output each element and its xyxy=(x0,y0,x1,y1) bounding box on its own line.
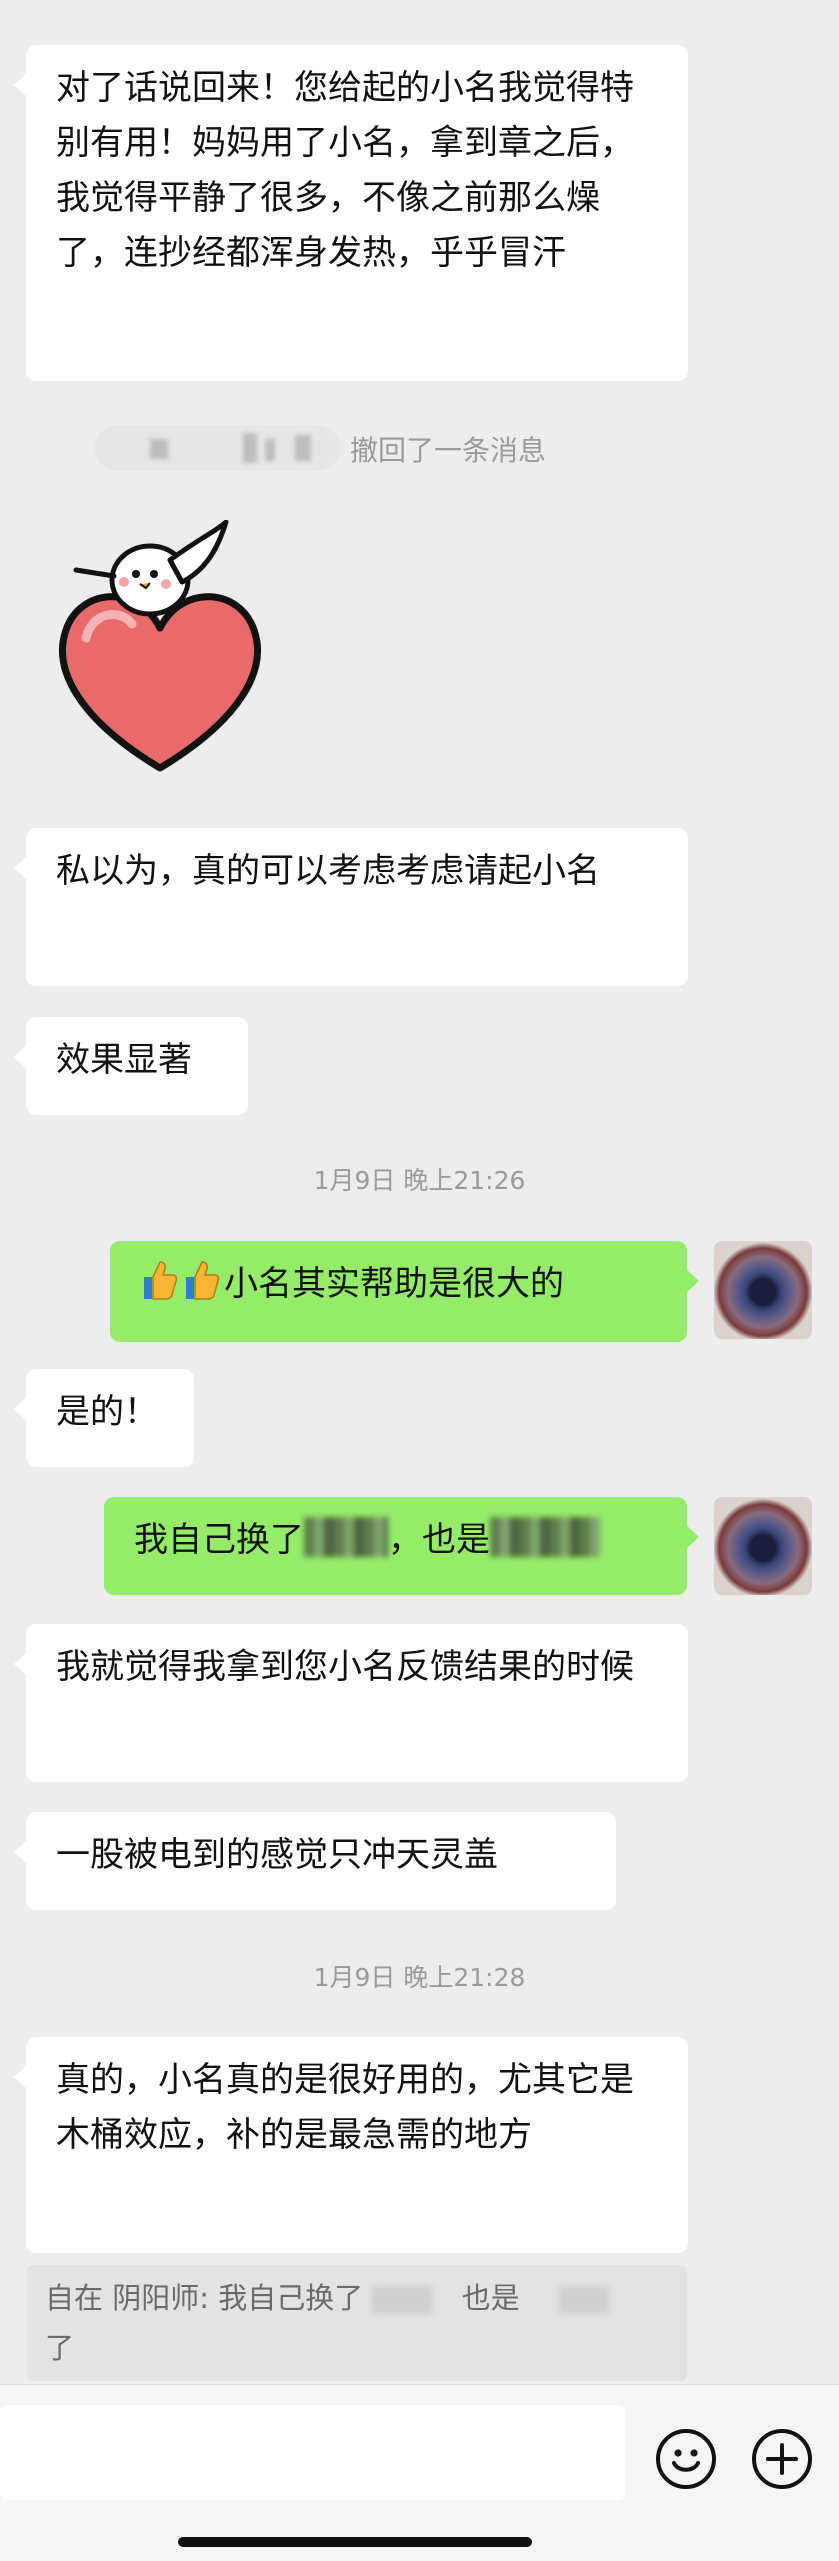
redacted-text xyxy=(372,2286,433,2314)
message-bubble-incoming[interactable]: 效果显著 xyxy=(14,1017,248,1115)
message-text: 私以为，真的可以考虑考虑请起小名 xyxy=(56,851,600,891)
blurred-sender-name xyxy=(95,425,340,471)
message-text: 是的！ xyxy=(56,1392,158,1432)
plus-button[interactable] xyxy=(752,2429,812,2489)
quote-sender: 自在 阴阳师: xyxy=(45,2281,209,2315)
message-text: 一股被电到的感觉只冲天灵盖 xyxy=(56,1835,498,1875)
my-avatar[interactable] xyxy=(714,1497,812,1595)
redacted-text xyxy=(558,2286,609,2314)
plus-icon xyxy=(766,2443,798,2475)
message-bubble-incoming[interactable]: 一股被电到的感觉只冲天灵盖 xyxy=(14,1812,616,1910)
message-text-part: ，也是 xyxy=(388,1520,490,1560)
quote-text: 也是 xyxy=(461,2281,520,2315)
heart-icon xyxy=(59,593,261,772)
heart-bird-sticker[interactable] xyxy=(50,519,270,780)
message-bubble-outgoing[interactable]: 小名其实帮助是很大的 xyxy=(110,1241,699,1342)
home-indicator[interactable] xyxy=(178,2537,532,2547)
redacted-mosaic xyxy=(304,1517,388,1557)
timestamp: 1月9日 晚上21:28 xyxy=(313,1963,526,1992)
message-text: 我就觉得我拿到您小名反馈结果的时候 xyxy=(56,1647,634,1687)
message-text: 效果显著 xyxy=(56,1040,192,1080)
message-bubble-incoming[interactable]: 是的！ xyxy=(14,1369,194,1467)
message-text: 小名其实帮助是很大的 xyxy=(224,1264,564,1304)
chat-input-bar xyxy=(0,2384,839,2561)
message-bubble-incoming[interactable]: 真的，小名真的是很好用的，尤其它是木桶效应，补的是最急需的地方 xyxy=(14,2037,688,2253)
message-bubble-incoming[interactable]: 私以为，真的可以考虑考虑请起小名 xyxy=(14,828,688,986)
recall-text: 撤回了一条消息 xyxy=(350,434,547,467)
message-text-part: 我自己换了 xyxy=(134,1520,304,1560)
recalled-message-notice: 撤回了一条消息 xyxy=(0,425,839,471)
emoji-button[interactable] xyxy=(656,2429,716,2489)
redacted-mosaic xyxy=(490,1517,600,1557)
quote-text: 了 xyxy=(45,2331,75,2365)
message-text: 对了话说回来！您给起的小名我觉得特别有用！妈妈用了小名，拿到章之后，我觉得平静了… xyxy=(56,68,634,273)
quoted-reply[interactable]: 自在 阴阳师: 我自己换了 也是 了 xyxy=(27,2265,687,2381)
timestamp: 1月9日 晚上21:26 xyxy=(313,1166,526,1195)
smiley-face-icon xyxy=(672,2449,700,2472)
message-bubble-incoming[interactable]: 对了话说回来！您给起的小名我觉得特别有用！妈妈用了小名，拿到章之后，我觉得平静了… xyxy=(14,45,688,381)
quote-text: 我自己换了 xyxy=(218,2281,364,2315)
thumbs-up-icon xyxy=(140,1259,178,1301)
thumbs-up-icon xyxy=(182,1259,220,1301)
my-avatar[interactable] xyxy=(714,1241,812,1339)
message-bubble-incoming[interactable]: 我就觉得我拿到您小名反馈结果的时候 xyxy=(14,1624,688,1782)
message-bubble-outgoing[interactable]: 我自己换了 ，也是 xyxy=(104,1497,699,1595)
message-text: 真的，小名真的是很好用的，尤其它是木桶效应，补的是最急需的地方 xyxy=(56,2060,634,2155)
message-input[interactable] xyxy=(0,2405,625,2500)
